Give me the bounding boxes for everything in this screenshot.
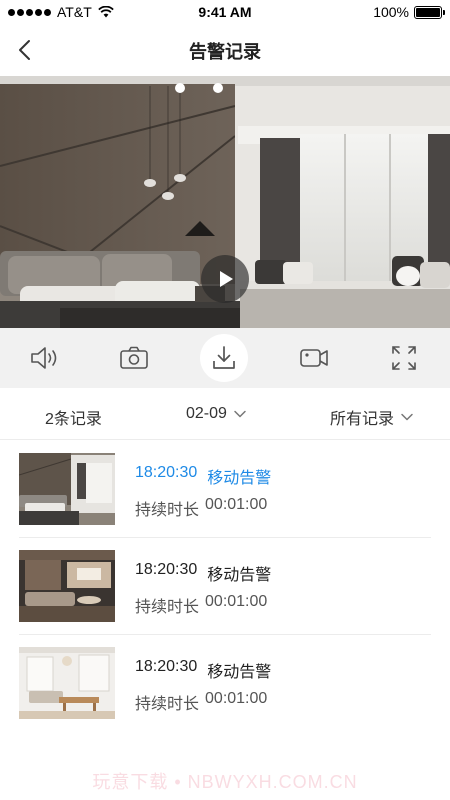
status-right: 100% bbox=[373, 4, 445, 20]
duration-label: 持续时长 bbox=[135, 696, 200, 713]
duration-value: 00:01:00 bbox=[205, 593, 268, 610]
play-button[interactable] bbox=[201, 255, 249, 303]
record-thumbnail bbox=[19, 647, 115, 719]
record-thumbnail bbox=[19, 550, 115, 622]
video-player[interactable] bbox=[0, 76, 450, 328]
chevron-down-icon bbox=[234, 410, 246, 418]
snapshot-button[interactable] bbox=[118, 342, 150, 374]
record-button[interactable] bbox=[298, 342, 330, 374]
battery-percent: 100% bbox=[373, 4, 409, 20]
status-bar: AT&T 9:41 AM 100% bbox=[0, 0, 450, 24]
record-count: 2条记录 bbox=[45, 405, 102, 429]
alarm-record-list: 18:20:30 移动告警 持续时长 00:01:00 18:20:30 移动告… bbox=[0, 441, 450, 732]
video-camera-icon bbox=[300, 349, 328, 367]
fullscreen-icon bbox=[392, 346, 416, 370]
record-thumbnail bbox=[19, 453, 115, 525]
filter-bar: 2条记录 02-09 所有记录 bbox=[0, 388, 450, 440]
fullscreen-button[interactable] bbox=[388, 342, 420, 374]
record-title: 18:20:30 移动告警 bbox=[135, 464, 271, 488]
record-event: 移动告警 bbox=[207, 470, 272, 487]
watermark-text: 玩意下载 • NBWYXH.COM.CN bbox=[92, 772, 358, 792]
record-time: 18:20:30 bbox=[135, 658, 198, 675]
play-icon bbox=[220, 271, 233, 287]
record-duration: 持续时长 00:01:00 bbox=[135, 496, 267, 520]
chevron-down-icon bbox=[401, 413, 413, 421]
battery-icon bbox=[414, 5, 445, 19]
page-title: 告警记录 bbox=[189, 42, 261, 62]
duration-label: 持续时长 bbox=[135, 502, 200, 519]
list-item[interactable]: 18:20:30 移动告警 持续时长 00:01:00 bbox=[0, 635, 450, 732]
record-event: 移动告警 bbox=[207, 567, 272, 584]
download-icon bbox=[213, 346, 235, 369]
record-time: 18:20:30 bbox=[135, 561, 198, 578]
record-event: 移动告警 bbox=[207, 664, 272, 681]
type-filter-dropdown[interactable]: 所有记录 bbox=[330, 405, 414, 429]
date-filter-dropdown[interactable]: 02-09 bbox=[186, 405, 247, 423]
record-duration: 持续时长 00:01:00 bbox=[135, 690, 267, 714]
record-title: 18:20:30 移动告警 bbox=[135, 561, 271, 585]
record-time: 18:20:30 bbox=[135, 464, 198, 481]
download-button[interactable] bbox=[200, 334, 248, 382]
type-filter-label: 所有记录 bbox=[330, 411, 395, 428]
camera-icon bbox=[120, 346, 148, 369]
record-count-label: 2条记录 bbox=[45, 411, 102, 428]
date-filter-label: 02-09 bbox=[186, 405, 227, 422]
duration-label: 持续时长 bbox=[135, 599, 200, 616]
record-duration: 持续时长 00:01:00 bbox=[135, 593, 267, 617]
list-item[interactable]: 18:20:30 移动告警 持续时长 00:01:00 bbox=[0, 538, 450, 635]
duration-value: 00:01:00 bbox=[205, 496, 268, 513]
nav-bar: 告警记录 bbox=[0, 24, 450, 76]
speaker-button[interactable] bbox=[29, 342, 61, 374]
duration-value: 00:01:00 bbox=[205, 690, 268, 707]
list-item[interactable]: 18:20:30 移动告警 持续时长 00:01:00 bbox=[0, 441, 450, 538]
speaker-icon bbox=[31, 347, 57, 369]
media-toolbar bbox=[0, 328, 450, 388]
record-title: 18:20:30 移动告警 bbox=[135, 658, 271, 682]
